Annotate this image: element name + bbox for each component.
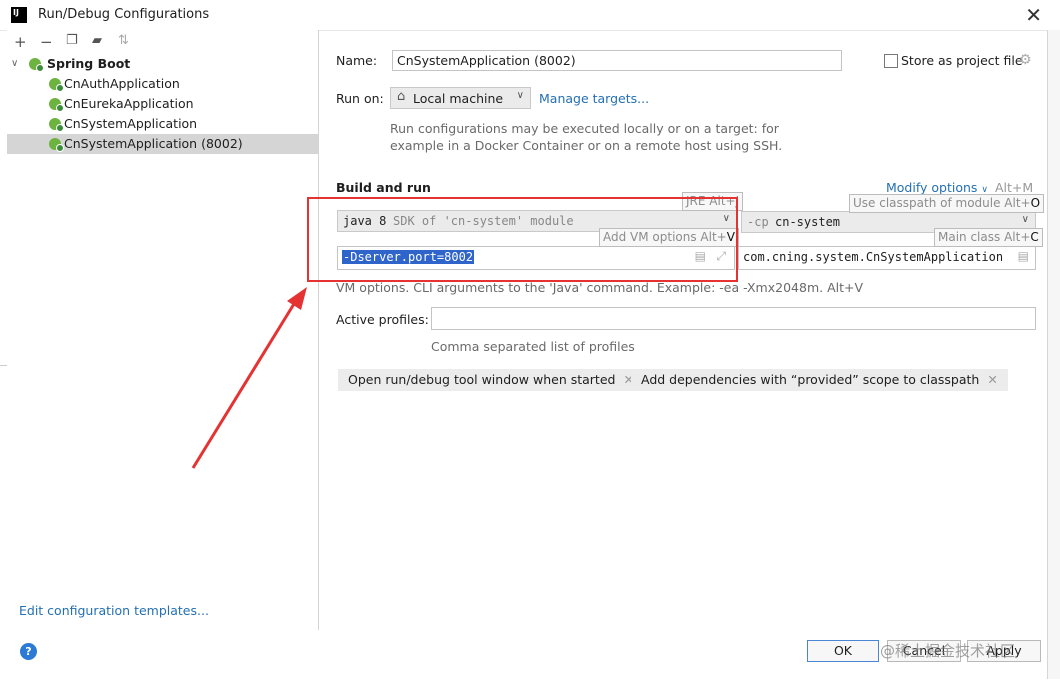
title-bar: IJ Run/Debug Configurations ✕: [0, 0, 1060, 31]
main-class-tooltip: Main class Alt+C: [934, 228, 1043, 247]
copy-icon[interactable]: ❐: [66, 33, 78, 48]
run-on-label: Run on:: [336, 91, 384, 106]
tree-item-label: CnSystemApplication (8002): [64, 136, 243, 151]
tree-group-label: Spring Boot: [47, 56, 131, 71]
cp-value: cn-system: [775, 215, 841, 229]
store-label: Store as project file: [901, 53, 1023, 68]
edit-templates-link[interactable]: Edit configuration templates...: [19, 603, 209, 618]
store-checkbox[interactable]: [884, 54, 898, 68]
tree-item[interactable]: CnSystemApplication: [7, 114, 318, 134]
tree-group-spring-boot[interactable]: ∨ Spring Boot: [7, 54, 318, 74]
modify-options-shortcut: Alt+M: [995, 180, 1034, 195]
tree-item[interactable]: CnEurekaApplication: [7, 94, 318, 114]
run-on-hint-1: Run configurations may be executed local…: [390, 121, 779, 136]
chip-provided-scope[interactable]: Add dependencies with “provided” scope t…: [631, 369, 1008, 391]
annotation-arrow: [191, 287, 307, 469]
spring-boot-icon: [49, 118, 64, 132]
minus-icon[interactable]: −: [40, 33, 53, 51]
tree-item-selected[interactable]: CnSystemApplication (8002): [7, 134, 318, 154]
annotation-box: [307, 197, 738, 282]
ok-button[interactable]: OK: [807, 640, 879, 662]
manage-targets-link[interactable]: Manage targets...: [539, 91, 649, 106]
active-profiles-hint: Comma separated list of profiles: [431, 339, 635, 354]
document-icon[interactable]: ▤: [1018, 249, 1029, 263]
folder-icon[interactable]: ▰: [92, 33, 102, 48]
intellij-logo-icon: IJ: [11, 7, 27, 23]
chevron-down-icon: ∨: [516, 90, 524, 101]
home-icon: ⌂: [397, 89, 406, 104]
close-icon[interactable]: ✕: [1025, 3, 1042, 27]
name-label: Name:: [336, 53, 378, 68]
modify-options-link[interactable]: Modify options ∨: [886, 180, 988, 195]
chip-label: Open run/debug tool window when started: [348, 372, 616, 387]
spring-boot-icon: [29, 58, 44, 72]
background-editor-edge: [1047, 30, 1060, 679]
active-profiles-label: Active profiles:: [336, 312, 429, 327]
spring-boot-icon: [49, 98, 64, 112]
tree-item[interactable]: CnAuthApplication: [7, 74, 318, 94]
chip-open-tool-window[interactable]: Open run/debug tool window when started ✕: [338, 369, 644, 391]
tree-item-label: CnEurekaApplication: [64, 96, 194, 111]
spring-boot-icon: [49, 138, 64, 152]
name-field[interactable]: CnSystemApplication (8002): [392, 50, 842, 71]
run-on-select[interactable]: ⌂ Local machine ∨: [390, 87, 531, 109]
gear-icon[interactable]: ⚙: [1019, 52, 1032, 68]
close-icon[interactable]: ✕: [987, 372, 997, 387]
sort-icon[interactable]: ⇅: [118, 33, 129, 48]
tree-item-label: CnSystemApplication: [64, 116, 198, 131]
name-field-value: CnSystemApplication (8002): [397, 53, 576, 68]
plus-icon[interactable]: +: [14, 33, 27, 51]
watermark: @稀土掘金技术社区: [880, 642, 1016, 660]
classpath-tooltip: Use classpath of module Alt+O: [849, 194, 1045, 213]
run-on-hint-2: example in a Docker Container or on a re…: [390, 138, 783, 153]
modify-options-label: Modify options: [886, 180, 978, 195]
build-run-title: Build and run: [336, 180, 431, 195]
classpath-tooltip-text: Use classpath of module Alt+: [853, 196, 1031, 210]
spring-boot-icon: [49, 78, 64, 92]
active-profiles-field[interactable]: [431, 307, 1036, 330]
main-class-tooltip-key: C: [1030, 230, 1039, 244]
chevron-down-icon[interactable]: ∨: [11, 54, 18, 74]
main-class-tooltip-text: Main class Alt+: [938, 230, 1031, 244]
chevron-down-icon: ∨: [1021, 214, 1029, 225]
main-class-value: com.cning.system.CnSystemApplication: [743, 250, 1004, 264]
cp-prefix: -cp: [747, 215, 769, 229]
window-title: Run/Debug Configurations: [38, 7, 210, 22]
chip-label: Add dependencies with “provided” scope t…: [641, 372, 980, 387]
classpath-tooltip-key: O: [1030, 196, 1041, 210]
main-class-field[interactable]: com.cning.system.CnSystemApplication ▤: [738, 246, 1036, 270]
help-icon[interactable]: ?: [20, 643, 37, 660]
tree-item-label: CnAuthApplication: [64, 76, 180, 91]
sidebar-toolbar: + − ❐ ▰ ⇅: [7, 30, 318, 54]
run-on-value: Local machine: [413, 91, 504, 106]
